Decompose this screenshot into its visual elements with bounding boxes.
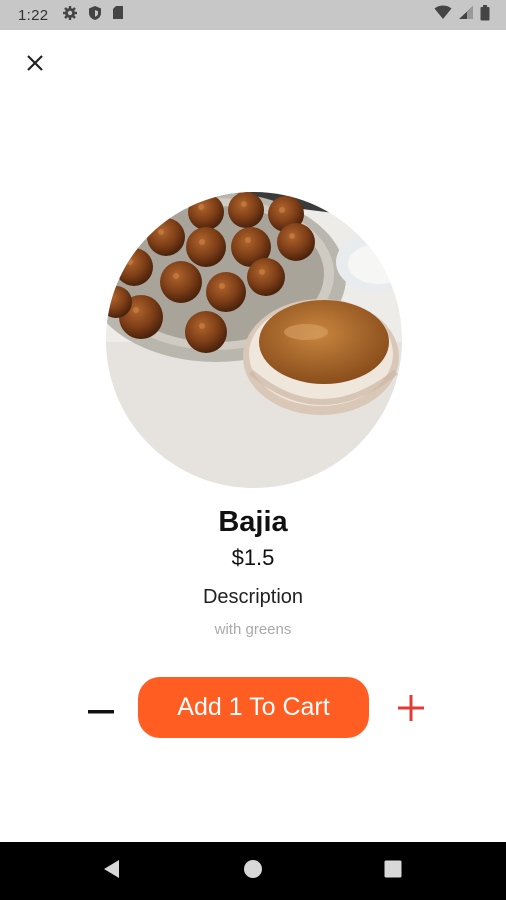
close-button[interactable]: [20, 50, 50, 80]
shield-icon: [88, 5, 102, 26]
status-left-icons: [62, 5, 124, 26]
food-image: [106, 192, 402, 488]
close-icon: [25, 53, 45, 78]
signal-icon: [458, 5, 474, 25]
add-to-cart-button[interactable]: Add 1 To Cart: [138, 677, 369, 738]
nav-back-button[interactable]: [82, 842, 142, 900]
nav-recents-button[interactable]: [363, 842, 423, 900]
minus-icon: [87, 702, 115, 720]
status-time: 1:22: [18, 6, 49, 24]
item-price: $1.5: [231, 545, 275, 570]
home-icon: [243, 859, 263, 884]
settings-icon: [62, 5, 78, 26]
nav-home-button[interactable]: [223, 842, 283, 900]
plus-icon: [397, 694, 425, 727]
navigation-bar: [0, 842, 506, 900]
recents-icon: [383, 859, 403, 884]
increase-quantity-button[interactable]: [395, 694, 427, 726]
sd-card-icon: [112, 5, 124, 25]
status-bar: 1:22: [0, 0, 506, 30]
back-icon: [102, 859, 122, 884]
wifi-icon: [434, 5, 452, 25]
description-heading: Description: [202, 586, 304, 608]
item-name: Bajia: [218, 506, 288, 538]
status-right-icons: [434, 0, 490, 30]
battery-icon: [480, 4, 490, 26]
decrease-quantity-button[interactable]: [86, 696, 116, 726]
item-description: with greens: [214, 621, 292, 638]
